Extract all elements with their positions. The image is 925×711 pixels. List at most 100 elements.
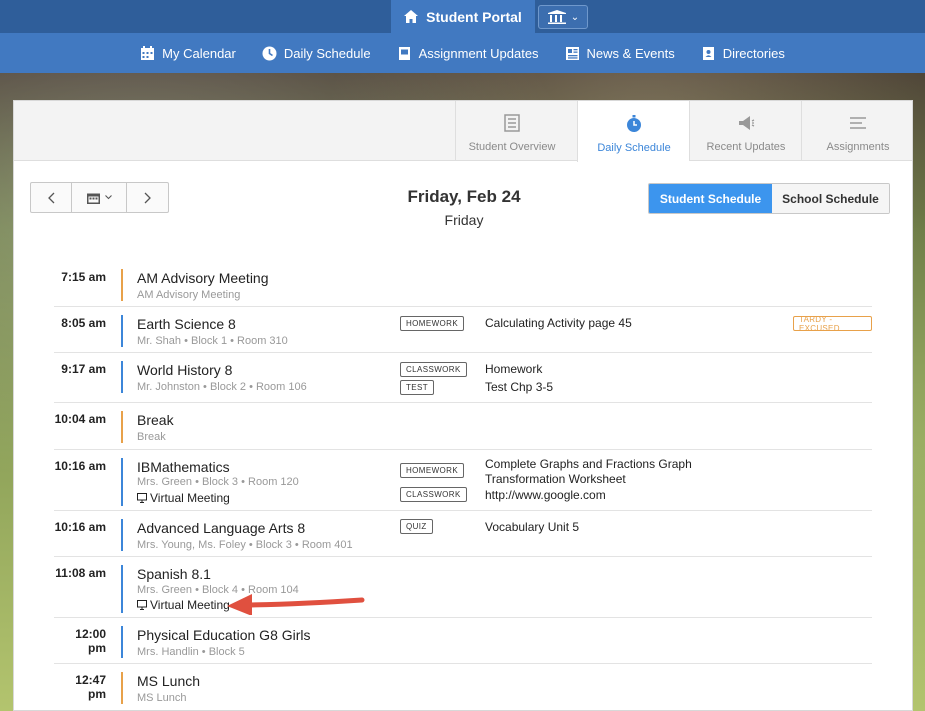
row-title: Physical Education G8 Girls bbox=[137, 627, 311, 643]
nav-label: Assignment Updates bbox=[418, 45, 539, 61]
nav-label: News & Events bbox=[586, 45, 675, 61]
assignment-tag: HOMEWORK bbox=[400, 316, 465, 331]
next-day-button[interactable] bbox=[127, 183, 168, 212]
assignment-link[interactable]: Homework bbox=[485, 362, 542, 377]
row-color-bar bbox=[121, 626, 123, 658]
megaphone-icon bbox=[739, 116, 755, 130]
row-title: Break bbox=[137, 412, 174, 428]
school-schedule-button[interactable]: School Schedule bbox=[772, 184, 889, 213]
assignment-tag: TEST bbox=[400, 380, 435, 395]
row-color-bar bbox=[121, 411, 123, 443]
row-color-bar bbox=[121, 565, 123, 613]
chevron-left-icon bbox=[48, 192, 55, 203]
schedule-row[interactable]: 10:04 am Break Break bbox=[54, 403, 872, 450]
row-title: Earth Science 8 bbox=[137, 316, 236, 332]
virtual-meeting-link[interactable]: Virtual Meeting bbox=[137, 598, 230, 612]
attendance-badge: TARDY - EXCUSED bbox=[793, 315, 872, 333]
virtual-meeting-label: Virtual Meeting bbox=[150, 491, 230, 505]
assignment-link[interactable]: Calculating Activity page 45 bbox=[485, 316, 632, 331]
schedule-row[interactable]: 11:08 am Spanish 8.1 Mrs. Green • Block … bbox=[54, 557, 872, 618]
tab-recent-updates[interactable]: Recent Updates bbox=[689, 101, 802, 161]
assignment-link[interactable]: Transformation Worksheet bbox=[485, 472, 626, 487]
news-icon bbox=[565, 46, 579, 60]
lines-icon bbox=[850, 117, 866, 129]
prev-day-button[interactable] bbox=[31, 183, 72, 212]
row-time: 10:16 am bbox=[54, 520, 106, 534]
schedule-row[interactable]: 7:15 am AM Advisory Meeting AM Advisory … bbox=[54, 261, 872, 307]
schedule-list: 7:15 am AM Advisory Meeting AM Advisory … bbox=[54, 261, 872, 710]
virtual-meeting-label: Virtual Meeting bbox=[150, 598, 230, 612]
main-nav: My Calendar Daily Schedule Assignment Up… bbox=[0, 33, 925, 73]
tab-daily-schedule[interactable]: Daily Schedule bbox=[577, 101, 690, 162]
row-color-bar bbox=[121, 361, 123, 393]
row-subtitle: Break bbox=[137, 431, 166, 443]
nav-news-events[interactable]: News & Events bbox=[565, 33, 675, 73]
row-subtitle: MS Lunch bbox=[137, 692, 187, 704]
schedule-row[interactable]: 9:17 am World History 8 Mr. Johnston • B… bbox=[54, 353, 872, 403]
portal-switcher[interactable]: ⌄ bbox=[538, 5, 588, 29]
row-title: Advanced Language Arts 8 bbox=[137, 520, 306, 536]
row-color-bar bbox=[121, 672, 123, 704]
schedule-card: Student Overview Daily Schedule Recent U… bbox=[13, 100, 913, 711]
tab-student-overview[interactable]: Student Overview bbox=[455, 101, 568, 161]
schedule-toggle: Student Schedule School Schedule bbox=[648, 183, 890, 214]
tab-label: Assignments bbox=[826, 141, 890, 153]
student-portal-tab[interactable]: Student Portal bbox=[391, 0, 535, 33]
schedule-row[interactable]: 10:16 am IBMathematics Mrs. Green • Bloc… bbox=[54, 450, 872, 511]
clock-icon bbox=[262, 46, 277, 60]
virtual-meeting-link[interactable]: Virtual Meeting bbox=[137, 491, 230, 505]
date-title: Friday, Feb 24 bbox=[407, 187, 521, 206]
row-subtitle: Mrs. Young, Ms. Foley • Block 3 • Room 4… bbox=[137, 539, 353, 551]
assignment-link[interactable]: Complete Graphs and Fractions Graph bbox=[485, 457, 692, 472]
tab-label: Recent Updates bbox=[706, 141, 786, 153]
nav-assignment-updates[interactable]: Assignment Updates bbox=[397, 33, 539, 73]
row-color-bar bbox=[121, 458, 123, 506]
date-weekday: Friday bbox=[444, 212, 484, 228]
calendar-icon bbox=[86, 193, 100, 204]
building-icon bbox=[547, 10, 566, 24]
schedule-row[interactable]: 8:05 am Earth Science 8 Mr. Shah • Block… bbox=[54, 307, 872, 353]
checklist-icon bbox=[504, 114, 520, 132]
assignment-link[interactable]: http://www.google.com bbox=[485, 488, 606, 503]
nav-label: Directories bbox=[722, 45, 785, 61]
row-time: 7:15 am bbox=[61, 270, 106, 284]
tab-label: Student Overview bbox=[468, 141, 556, 153]
assignment-tag: CLASSWORK bbox=[400, 362, 467, 377]
row-color-bar bbox=[121, 269, 123, 301]
row-subtitle: Mrs. Handlin • Block 5 bbox=[137, 646, 245, 658]
date-picker-button[interactable] bbox=[72, 183, 127, 212]
row-time: 11:08 am bbox=[55, 566, 106, 580]
row-time: 8:05 am bbox=[61, 316, 106, 330]
nav-my-calendar[interactable]: My Calendar bbox=[140, 33, 236, 73]
schedule-row[interactable]: 10:16 am Advanced Language Arts 8 Mrs. Y… bbox=[54, 511, 872, 557]
assignment-link[interactable]: Test Chp 3-5 bbox=[485, 380, 553, 395]
annotation-arrow-icon bbox=[227, 594, 365, 615]
schedule-row[interactable]: 12:00 pm Physical Education G8 Girls Mrs… bbox=[54, 618, 872, 664]
nav-daily-schedule[interactable]: Daily Schedule bbox=[262, 33, 371, 73]
chevron-down-icon bbox=[104, 195, 112, 200]
assignment-tag: QUIZ bbox=[400, 519, 433, 534]
tab-assignments[interactable]: Assignments bbox=[801, 101, 914, 161]
date-navigator bbox=[30, 182, 169, 213]
row-time: 9:17 am bbox=[61, 362, 106, 376]
row-subtitle: Mr. Johnston • Block 2 • Room 106 bbox=[137, 381, 307, 393]
home-icon bbox=[404, 10, 419, 23]
monitor-icon bbox=[137, 493, 147, 503]
assignment-link[interactable]: Vocabulary Unit 5 bbox=[485, 520, 579, 535]
row-subtitle: Mr. Shah • Block 1 • Room 310 bbox=[137, 335, 288, 347]
card-header: Student Overview Daily Schedule Recent U… bbox=[14, 101, 914, 162]
schedule-row[interactable]: 12:47 pm MS Lunch MS Lunch bbox=[54, 664, 872, 710]
student-schedule-button[interactable]: Student Schedule bbox=[649, 184, 772, 213]
assignment-tag: CLASSWORK bbox=[400, 487, 467, 502]
row-title: IBMathematics bbox=[137, 459, 230, 475]
directory-icon bbox=[702, 46, 714, 60]
row-title: World History 8 bbox=[137, 362, 233, 378]
row-title: AM Advisory Meeting bbox=[137, 270, 269, 286]
nav-label: Daily Schedule bbox=[283, 45, 371, 61]
assignment-icon bbox=[398, 46, 410, 60]
monitor-icon bbox=[137, 600, 147, 610]
nav-directories[interactable]: Directories bbox=[701, 33, 785, 73]
assignment-tag: HOMEWORK bbox=[400, 463, 465, 478]
row-color-bar bbox=[121, 315, 123, 347]
chevron-right-icon bbox=[144, 192, 151, 203]
